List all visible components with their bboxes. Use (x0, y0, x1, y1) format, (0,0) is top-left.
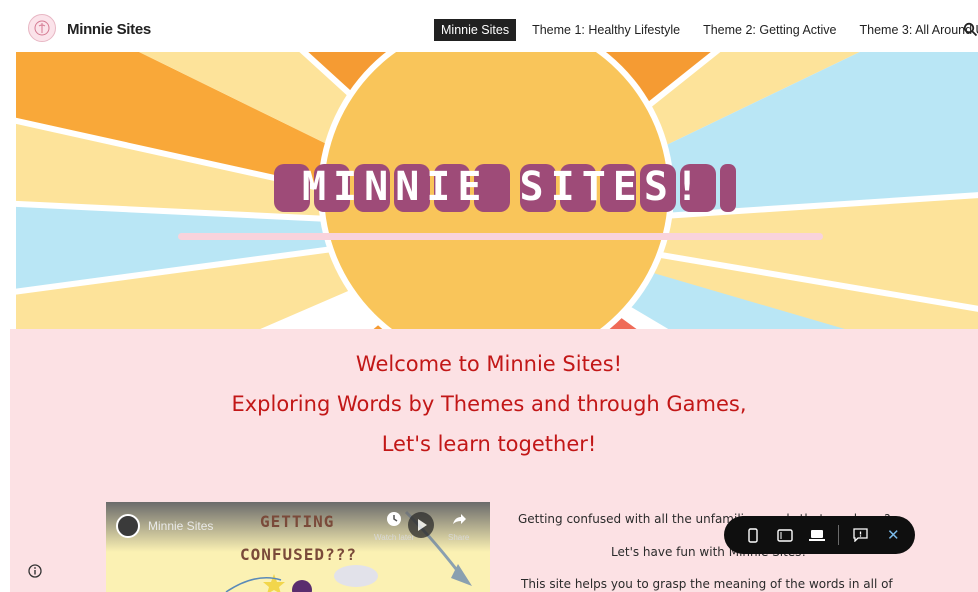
phone-icon (748, 527, 758, 543)
hero-underline (178, 233, 823, 240)
laptop-icon (809, 529, 825, 541)
feedback-icon (852, 528, 868, 542)
phone-view-button[interactable] (740, 523, 766, 547)
nav-item-minnie-sites[interactable]: Minnie Sites (434, 19, 517, 41)
site-name[interactable]: Minnie Sites (67, 21, 151, 38)
laptop-view-button[interactable] (804, 523, 830, 547)
welcome-line-2: Exploring Words by Themes and through Ga… (231, 392, 747, 416)
youtube-video-embed[interactable]: Minnie Sites GETTING CONFUSED??? Watch l… (106, 502, 490, 592)
video-text-confused: CONFUSED??? (240, 545, 357, 564)
logo-emblem-icon (34, 20, 50, 36)
search-icon (963, 22, 978, 37)
video-text-getting: GETTING (260, 512, 335, 531)
share-button[interactable]: Share (448, 511, 469, 542)
welcome-line-1: Welcome to Minnie Sites! (355, 352, 623, 376)
hero-title-text: MINNIE SITES! (301, 164, 707, 210)
preview-device-toolbar: ✕ (724, 516, 915, 554)
toolbar-divider (838, 525, 839, 545)
play-icon (418, 519, 427, 531)
close-icon: ✕ (887, 526, 900, 544)
nav-item-theme-2[interactable]: Theme 2: Getting Active (696, 19, 843, 41)
tablet-view-button[interactable] (772, 523, 798, 547)
share-label: Share (448, 533, 470, 542)
feedback-button[interactable] (847, 523, 873, 547)
welcome-line-3: Let's learn together! (381, 432, 597, 456)
site-header: Minnie Sites Minnie Sites Theme 1: Healt… (0, 0, 978, 52)
share-icon (452, 514, 466, 524)
nav-item-theme-1[interactable]: Theme 1: Healthy Lifestyle (525, 19, 687, 41)
tablet-icon (777, 528, 793, 542)
search-button[interactable] (963, 22, 978, 37)
main-nav: Minnie Sites Theme 1: Healthy Lifestyle … (434, 19, 978, 41)
channel-name[interactable]: Minnie Sites (148, 519, 213, 533)
nav-item-theme-3[interactable]: Theme 3: All Around Us (853, 19, 978, 41)
info-icon (28, 564, 42, 578)
info-button[interactable] (28, 563, 42, 578)
close-preview-button[interactable]: ✕ (887, 526, 900, 544)
clock-icon (387, 512, 402, 526)
site-logo[interactable] (28, 14, 56, 42)
hero-banner: MINNIE SITES! (16, 52, 978, 329)
hero-title: MINNIE SITES! (274, 162, 734, 212)
channel-avatar[interactable] (116, 514, 140, 538)
intro-paragraph-3: This site helps you to grasp the meaning… (521, 577, 893, 591)
play-button[interactable] (408, 512, 434, 538)
